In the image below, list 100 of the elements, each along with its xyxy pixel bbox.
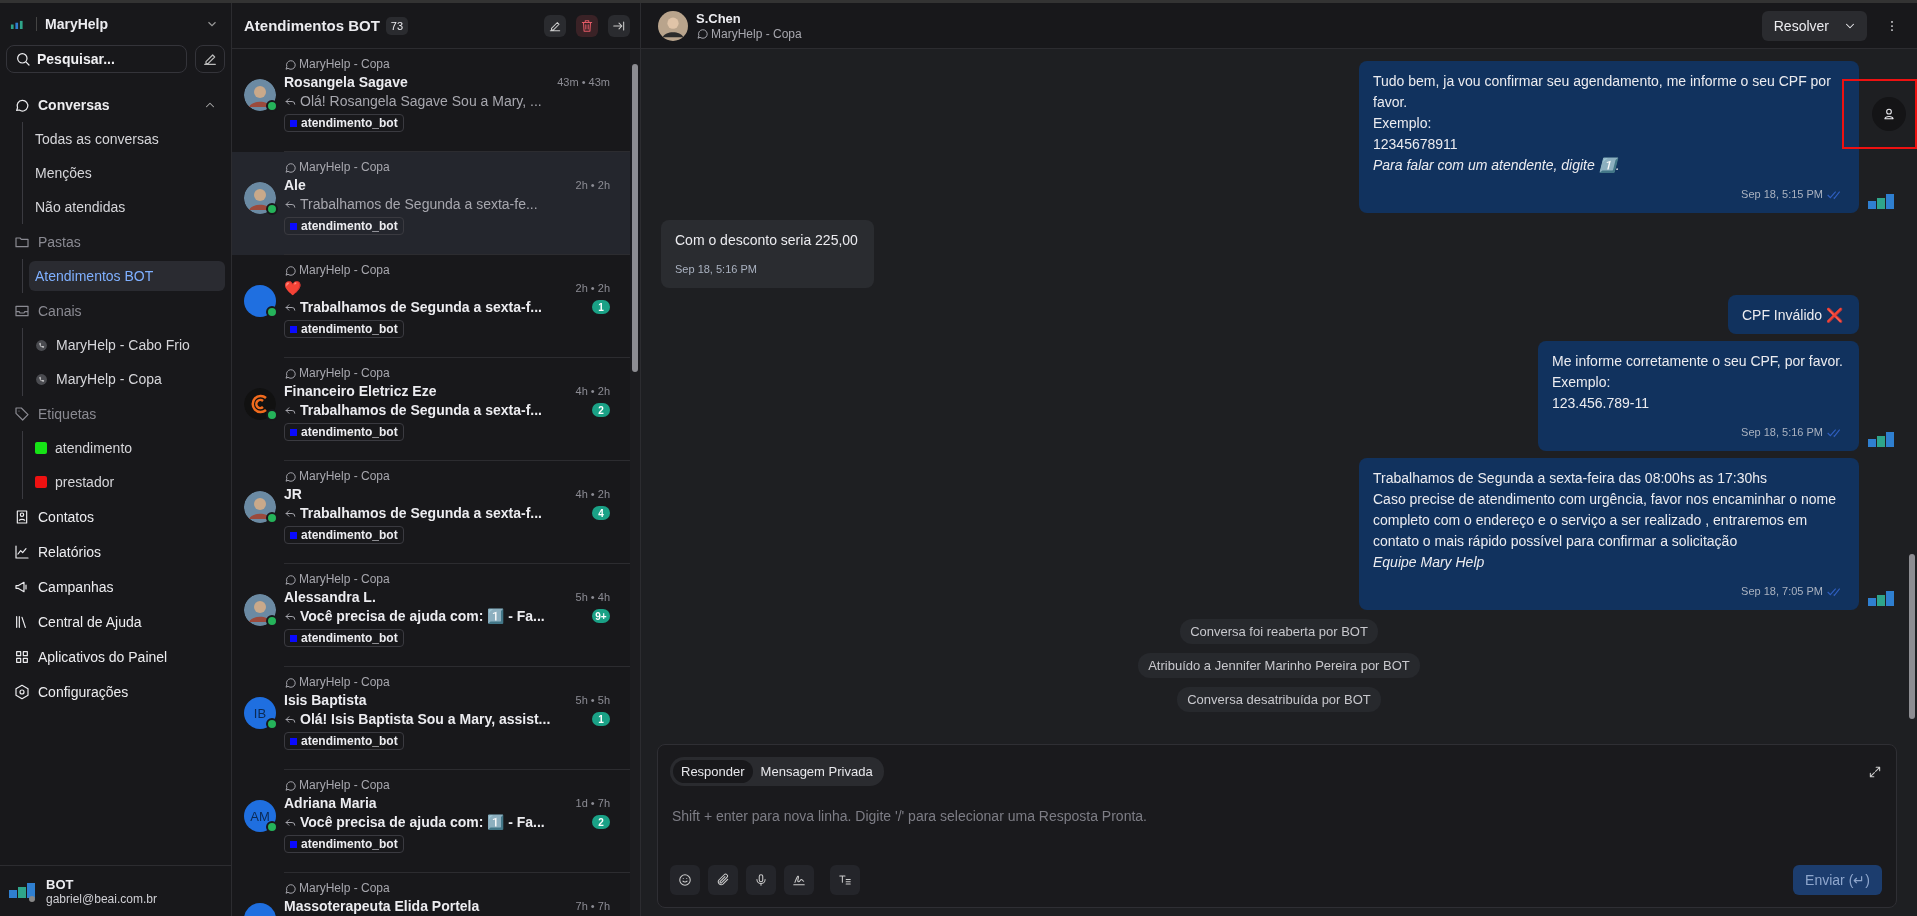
square-icon — [290, 634, 297, 642]
nav-item[interactable]: Conversas — [6, 87, 225, 122]
timestamp: 7h • 7h — [575, 900, 610, 912]
timestamp: 4h • 2h — [575, 488, 610, 500]
channel-name: MaryHelp - Copa — [299, 57, 390, 71]
nav-item[interactable]: Aplicativos do Painel — [6, 639, 225, 674]
timestamp: 43m • 43m — [557, 76, 610, 88]
conversation-item[interactable]: MaryHelp - Copa Massoterapeuta Elida Portela 7h • 7h — [232, 873, 630, 916]
unread-badge: 1 — [592, 712, 610, 726]
contact-card-icon — [14, 508, 30, 525]
message-preview: Trabalhamos de Segunda a sexta-fe... — [300, 196, 538, 212]
message-time: Sep 18, 5:16 PM — [675, 262, 757, 277]
nav-subitem[interactable]: Não atendidas — [29, 192, 225, 222]
status-icon — [266, 615, 278, 627]
message-text: Trabalhamos de Segunda a sexta-feira das 08:00hs as 17:30hs Caso precise de atendimento com urgência, favor nos encaminhar o nome completo com o endereço e o serviço a ser realizado , entraremos em contato o mais rápido possível para confirmar a solicitação Equipe Mary Help — [1373, 469, 1838, 572]
status-icon — [266, 512, 278, 524]
conversation-item[interactable]: IB MaryHelp - Copa Isis Baptista 5h • 5h Olá! Isis Baptista Sou a Mary, assist... 1 atendimento_bot — [232, 667, 630, 770]
scrollbar[interactable] — [630, 49, 640, 916]
microphone-button[interactable] — [746, 865, 776, 895]
square-icon — [290, 428, 297, 436]
timestamp: 2h • 2h — [575, 179, 610, 191]
nav-item[interactable]: Campanhas — [6, 569, 225, 604]
whatsapp-icon — [284, 572, 297, 586]
whatsapp-icon — [35, 338, 48, 352]
contact-name: Ale — [284, 177, 307, 193]
tag-text: atendimento_bot — [301, 322, 398, 336]
chart-icon — [14, 543, 30, 560]
message-text: Com o desconto seria 225,00 — [675, 231, 858, 250]
tag-text: atendimento_bot — [301, 425, 398, 439]
search-button[interactable]: Pesquisar... — [6, 45, 187, 73]
nav-item[interactable]: Relatórios — [6, 534, 225, 569]
contact-name: Adriana Maria — [284, 795, 378, 811]
user-email: gabriel@beai.com.br — [46, 891, 157, 906]
contact-button[interactable] — [1872, 97, 1906, 131]
conversation-item[interactable]: MaryHelp - Copa Ale 2h • 2h Trabalhamos de Segunda a sexta-fe... atendimento_bot — [232, 152, 630, 255]
microphone-icon — [754, 873, 768, 887]
status-icon — [266, 100, 278, 112]
signature-button[interactable] — [784, 865, 814, 895]
message-preview: Trabalhamos de Segunda a sexta-f... — [300, 505, 542, 521]
unread-badge: 4 — [592, 506, 610, 520]
square-icon — [290, 119, 297, 127]
search-icon — [15, 51, 31, 67]
paperclip-button[interactable] — [708, 865, 738, 895]
timestamp: 2h • 2h — [575, 282, 610, 294]
reply-tab[interactable]: Responder — [673, 760, 753, 783]
contact-name: Financeiro Eletricz Eze — [284, 383, 438, 399]
nav-subitem[interactable]: Atendimentos BOT — [29, 261, 225, 291]
whatsapp-icon — [284, 469, 297, 483]
logo-icon — [8, 880, 38, 902]
edit-button[interactable] — [544, 14, 566, 37]
whatsapp-icon — [284, 57, 297, 71]
conversation-item[interactable]: MaryHelp - Copa Alessandra L. 5h • 4h Você precisa de ajuda com: 1⃣ - Fa... 9+ atendimento_bot — [232, 564, 630, 667]
tag-text: atendimento_bot — [301, 837, 398, 851]
status-icon — [266, 718, 278, 730]
nav-subitem[interactable]: atendimento — [29, 433, 225, 463]
nav-item[interactable]: Contatos — [6, 499, 225, 534]
nav-subitem[interactable]: MaryHelp - Cabo Frio — [29, 330, 225, 360]
nav-group-label: Canais — [6, 293, 225, 328]
whatsapp-icon — [284, 263, 297, 277]
nav-subitem[interactable]: MaryHelp - Copa — [29, 364, 225, 394]
conversation-item[interactable]: AM MaryHelp - Copa Adriana Maria 1d • 7h Você precisa de ajuda com: 1⃣ - Fa... 2 atendimento_bot — [232, 770, 630, 873]
contact-name: JR — [284, 486, 303, 502]
delete-button[interactable] — [576, 14, 598, 37]
person-icon — [1882, 107, 1896, 121]
nav-subitem[interactable]: prestador — [29, 467, 225, 497]
channel-name: MaryHelp - Copa — [299, 469, 390, 483]
message-text: CPF Inválido ❌ — [1741, 306, 1843, 325]
emoji-button[interactable] — [670, 865, 700, 895]
reply-tab[interactable]: Mensagem Privada — [752, 760, 881, 783]
text-format-button[interactable] — [830, 865, 860, 895]
conversation-item[interactable]: MaryHelp - Copa Financeiro Eletricz Eze 4h • 2h Trabalhamos de Segunda a sexta-f... 2 atendimento_bot — [232, 358, 630, 461]
nav-subitem[interactable]: Todas as conversas — [29, 124, 225, 154]
square-icon — [290, 325, 297, 333]
status-icon — [266, 203, 278, 215]
message-preview: Você precisa de ajuda com: 1⃣ - Fa... — [300, 814, 545, 830]
nav-item[interactable]: Configurações — [6, 674, 225, 709]
expand-icon[interactable] — [1868, 764, 1882, 779]
channel-name: MaryHelp - Copa — [299, 572, 390, 586]
compose-button[interactable] — [195, 45, 225, 73]
message-preview: Você precisa de ajuda com: 1⃣ - Fa... — [300, 608, 545, 624]
nav-item[interactable]: Central de Ajuda — [6, 604, 225, 639]
unread-badge: 1 — [592, 300, 610, 314]
conversation-item[interactable]: MaryHelp - Copa ❤ 2h • 2h Trabalhamos de Segunda a sexta-f... 1 atendimento_bot — [232, 255, 630, 358]
collapse-button[interactable] — [608, 14, 630, 37]
tag-text: atendimento_bot — [301, 219, 398, 233]
brand-name: MaryHelp — [45, 16, 109, 32]
contact-name: Alessandra L. — [284, 589, 377, 605]
contact-name: S.Chen — [696, 10, 742, 26]
message-preview: Olá! Isis Baptista Sou a Mary, assist... — [300, 711, 551, 727]
message-input[interactable]: Shift + enter para nova linha. Digite '/' para selecionar uma Resposta Pronta. — [670, 808, 1882, 824]
square-icon — [290, 737, 297, 745]
channel-name: MaryHelp - Copa — [711, 26, 802, 41]
message-preview: Olá! Rosangela Sagave Sou a Mary, ... — [300, 93, 542, 109]
square-icon — [290, 531, 297, 539]
message-time: Sep 18, 5:16 PM — [1741, 425, 1823, 440]
nav-subitem[interactable]: Menções — [29, 158, 225, 188]
avatar: IB — [244, 697, 276, 729]
tag-text: atendimento_bot — [301, 528, 398, 542]
avatar: AM — [244, 800, 276, 832]
conversation-item[interactable]: MaryHelp - Copa JR 4h • 2h Trabalhamos de Segunda a sexta-f... 4 atendimento_bot — [232, 461, 630, 564]
